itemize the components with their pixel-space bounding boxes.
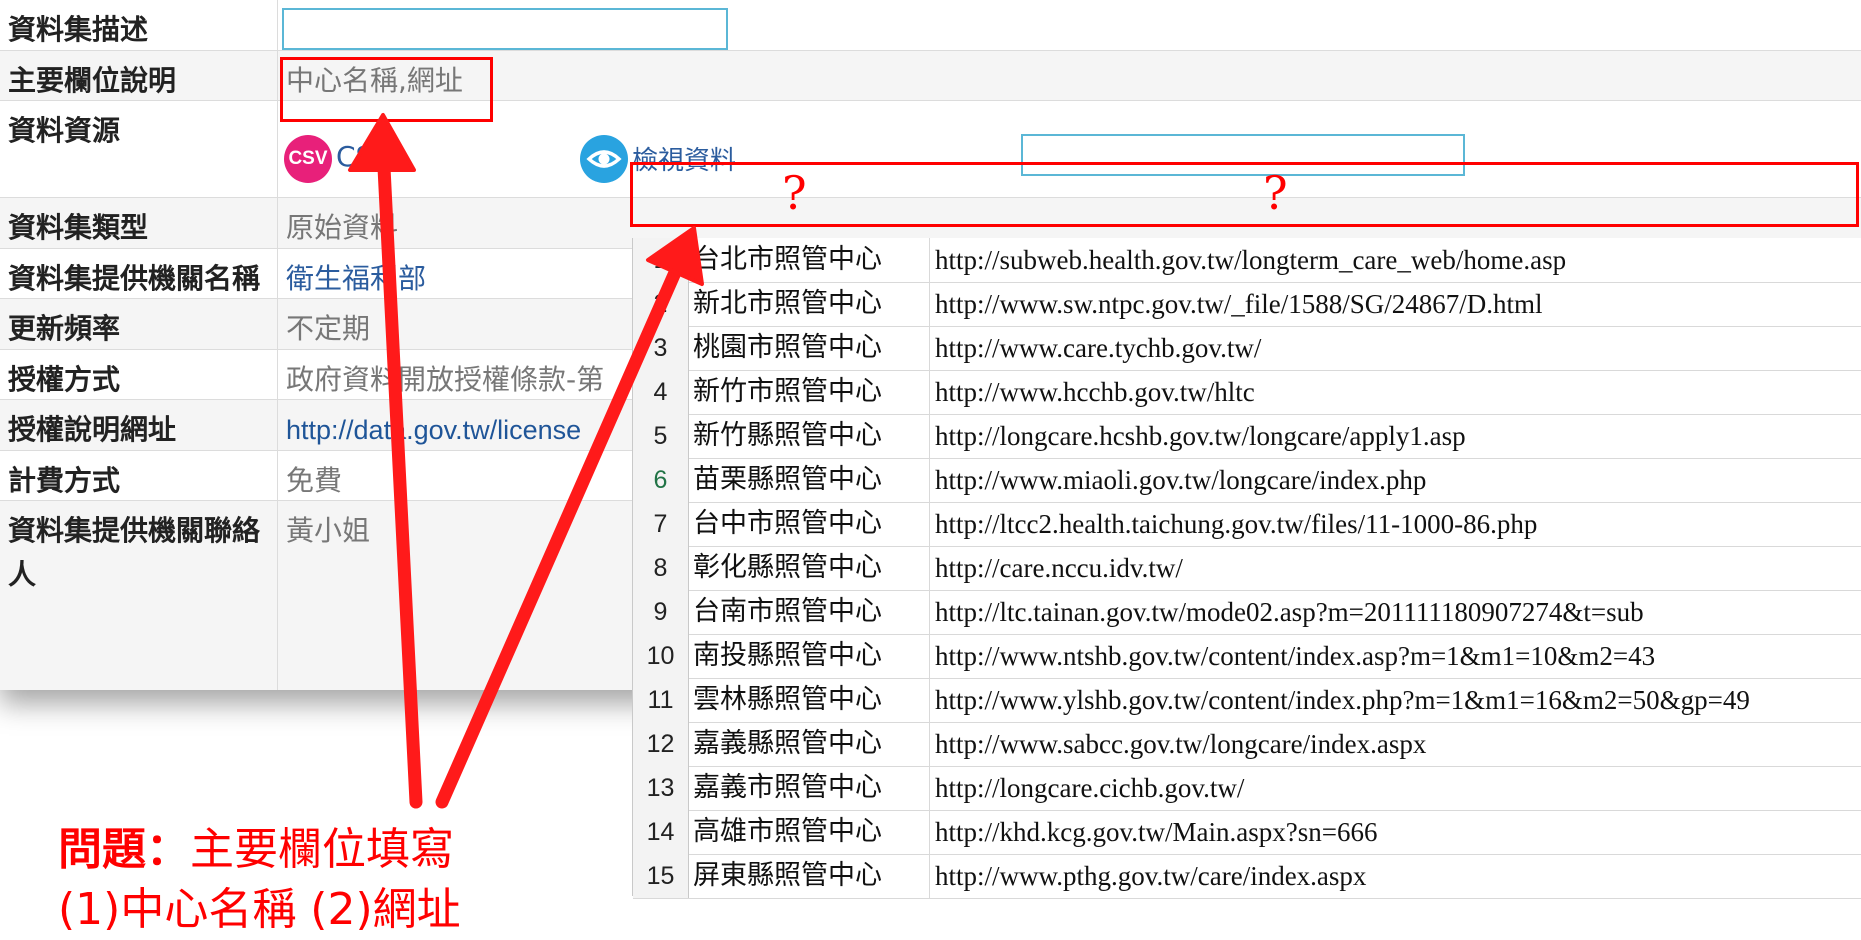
annotation-line1: 主要欄位填寫: [190, 824, 454, 875]
table-row: 12 嘉義縣照管中心 http://www.sabcc.gov.tw/longcar…: [633, 722, 1861, 767]
center-name-cell[interactable]: 桃園市照管中心: [689, 326, 930, 370]
dataset-description-field[interactable]: [282, 8, 728, 50]
missing-fields-highlight-box: [630, 162, 1859, 227]
center-name-cell[interactable]: 新北市照管中心: [689, 282, 930, 326]
table-row: 5 新竹縣照管中心 http://longcare.hcshb.gov.tw/lon…: [633, 414, 1861, 459]
table-row: 15 屏東縣照管中心 http://www.pthg.gov.tw/care/ind…: [633, 854, 1861, 899]
row-number-header[interactable]: 9: [633, 590, 689, 634]
row-dataset-description: 資料集描述: [0, 0, 1861, 51]
row-label: 授權方式: [0, 350, 278, 399]
table-row: 13 嘉義市照管中心 http://longcare.cichb.gov.tw/: [633, 766, 1861, 811]
row-label: 資料集描述: [0, 0, 278, 50]
row-number-header[interactable]: 5: [633, 414, 689, 458]
row-number-header[interactable]: 3: [633, 326, 689, 370]
question-mark: ?: [782, 166, 807, 220]
table-row: 11 雲林縣照管中心 http://www.ylshb.gov.tw/content…: [633, 678, 1861, 723]
center-name-cell[interactable]: 雲林縣照管中心: [689, 678, 930, 722]
center-url-cell[interactable]: http://www.sabcc.gov.tw/longcare/index.a…: [931, 722, 1861, 766]
main-fields-highlight-box: [280, 57, 493, 122]
row-label: 資料資源: [0, 101, 278, 197]
annotation-text: 問題：主要欄位填寫 (1)中心名稱 (2)網址: [58, 820, 461, 940]
center-name-cell[interactable]: 彰化縣照管中心: [689, 546, 930, 590]
center-name-cell[interactable]: 高雄市照管中心: [689, 810, 930, 854]
table-row: 6 苗栗縣照管中心 http://www.miaoli.gov.tw/longcar…: [633, 458, 1861, 503]
table-row: 7 台中市照管中心 http://ltcc2.health.taichung.gov…: [633, 502, 1861, 547]
center-url-cell[interactable]: http://www.miaoli.gov.tw/longcare/index.…: [931, 458, 1861, 502]
center-url-cell[interactable]: http://khd.kcg.gov.tw/Main.aspx?sn=666: [931, 810, 1861, 854]
row-number-header[interactable]: 13: [633, 766, 689, 810]
center-url-cell[interactable]: http://www.ntshb.gov.tw/content/index.as…: [931, 634, 1861, 678]
table-row: 14 高雄市照管中心 http://khd.kcg.gov.tw/Main.aspx…: [633, 810, 1861, 855]
center-name-cell[interactable]: 嘉義市照管中心: [689, 766, 930, 810]
eye-icon[interactable]: [580, 135, 628, 183]
table-row: 4 新竹市照管中心 http://www.hcchb.gov.tw/hltc: [633, 370, 1861, 415]
center-name-cell[interactable]: 台中市照管中心: [689, 502, 930, 546]
row-label: 資料集提供機關名稱: [0, 249, 278, 298]
row-number-header[interactable]: 6: [633, 458, 689, 502]
center-url-cell[interactable]: http://subweb.health.gov.tw/longterm_car…: [931, 238, 1861, 282]
table-row: 9 台南市照管中心 http://ltc.tainan.gov.tw/mode02.…: [633, 590, 1861, 635]
center-url-cell[interactable]: http://www.ylshb.gov.tw/content/index.ph…: [931, 678, 1861, 722]
center-name-cell[interactable]: 台南市照管中心: [689, 590, 930, 634]
center-url-cell[interactable]: http://www.pthg.gov.tw/care/index.aspx: [931, 854, 1861, 898]
center-url-cell[interactable]: http://ltc.tainan.gov.tw/mode02.asp?m=20…: [931, 590, 1861, 634]
row-number-header[interactable]: 7: [633, 502, 689, 546]
center-name-cell[interactable]: 新竹縣照管中心: [689, 414, 930, 458]
center-url-cell[interactable]: http://www.care.tychb.gov.tw/: [931, 326, 1861, 370]
row-number-header[interactable]: 15: [633, 854, 689, 898]
question-mark: ?: [1263, 166, 1288, 220]
row-label: 資料集提供機關聯絡人: [0, 501, 278, 690]
annotation-line2: (1)中心名稱 (2)網址: [58, 884, 461, 935]
row-number-header[interactable]: 10: [633, 634, 689, 678]
table-row: 2 新北市照管中心 http://www.sw.ntpc.gov.tw/_file/…: [633, 282, 1861, 327]
table-row: 3 桃園市照管中心 http://www.care.tychb.gov.tw/: [633, 326, 1861, 371]
annotation-prefix: 問題：: [58, 824, 190, 875]
center-url-cell[interactable]: http://care.nccu.idv.tw/: [931, 546, 1861, 590]
center-url-cell[interactable]: http://www.sw.ntpc.gov.tw/_file/1588/SG/…: [931, 282, 1861, 326]
center-name-cell[interactable]: 苗栗縣照管中心: [689, 458, 930, 502]
table-row: 8 彰化縣照管中心 http://care.nccu.idv.tw/: [633, 546, 1861, 591]
row-number-header[interactable]: 8: [633, 546, 689, 590]
csv-download-link[interactable]: CS: [336, 140, 373, 173]
row-number-header[interactable]: 12: [633, 722, 689, 766]
center-url-cell[interactable]: http://ltcc2.health.taichung.gov.tw/file…: [931, 502, 1861, 546]
row-number-header[interactable]: 14: [633, 810, 689, 854]
center-name-cell[interactable]: 南投縣照管中心: [689, 634, 930, 678]
row-label: 資料集類型: [0, 198, 278, 248]
row-label: 更新頻率: [0, 299, 278, 349]
table-row: 10 南投縣照管中心 http://www.ntshb.gov.tw/content…: [633, 634, 1861, 679]
row-number-header[interactable]: 4: [633, 370, 689, 414]
center-url-cell[interactable]: http://www.hcchb.gov.tw/hltc: [931, 370, 1861, 414]
center-name-cell[interactable]: 嘉義縣照管中心: [689, 722, 930, 766]
row-number-header[interactable]: 11: [633, 678, 689, 722]
center-name-cell[interactable]: 新竹市照管中心: [689, 370, 930, 414]
row-number-header[interactable]: 2: [633, 282, 689, 326]
center-url-cell[interactable]: http://longcare.hcshb.gov.tw/longcare/ap…: [931, 414, 1861, 458]
csv-icon[interactable]: CSV: [284, 135, 332, 183]
center-name-cell[interactable]: 屏東縣照管中心: [689, 854, 930, 898]
row-number-header[interactable]: 1: [633, 238, 689, 282]
spreadsheet-preview: 1 台北市照管中心 http://subweb.health.gov.tw/long…: [632, 238, 1861, 899]
main-fields-value: 中心名稱,網址: [286, 64, 463, 97]
table-row: 1 台北市照管中心 http://subweb.health.gov.tw/long…: [633, 238, 1861, 283]
row-label: 主要欄位說明: [0, 51, 278, 100]
row-label: 計費方式: [0, 451, 278, 500]
center-url-cell[interactable]: http://longcare.cichb.gov.tw/: [931, 766, 1861, 810]
row-label: 授權說明網址: [0, 400, 278, 450]
center-name-cell[interactable]: 台北市照管中心: [689, 238, 930, 282]
